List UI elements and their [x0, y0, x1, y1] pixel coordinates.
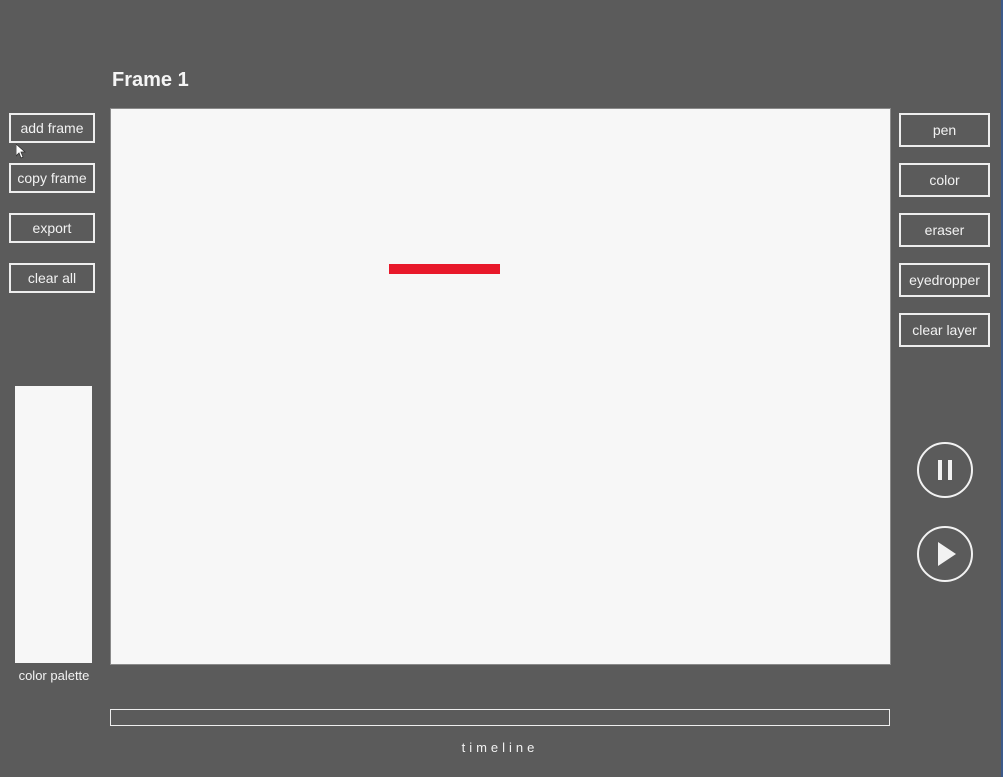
- eyedropper-button[interactable]: eyedropper: [899, 263, 990, 297]
- play-icon: [938, 542, 956, 566]
- pen-button[interactable]: pen: [899, 113, 990, 147]
- timeline-label: timeline: [461, 740, 539, 755]
- pause-button[interactable]: [917, 442, 973, 498]
- clear-layer-button[interactable]: clear layer: [899, 313, 990, 347]
- mouse-cursor-icon: [16, 144, 26, 159]
- play-button[interactable]: [917, 526, 973, 582]
- add-frame-button[interactable]: add frame: [9, 113, 95, 143]
- drawing-canvas[interactable]: [110, 108, 891, 665]
- frame-title: Frame 1: [112, 69, 189, 91]
- red-stroke: [389, 264, 500, 274]
- color-palette-label: color palette: [18, 668, 90, 683]
- timeline-bar[interactable]: [110, 709, 890, 726]
- export-button[interactable]: export: [9, 213, 95, 243]
- copy-frame-button[interactable]: copy frame: [9, 163, 95, 193]
- clear-all-button[interactable]: clear all: [9, 263, 95, 293]
- eraser-button[interactable]: eraser: [899, 213, 990, 247]
- color-palette[interactable]: [15, 386, 92, 663]
- animation-app: Frame 1 add frame copy frame export clea…: [0, 0, 1003, 777]
- color-button[interactable]: color: [899, 163, 990, 197]
- pause-icon: [938, 460, 952, 480]
